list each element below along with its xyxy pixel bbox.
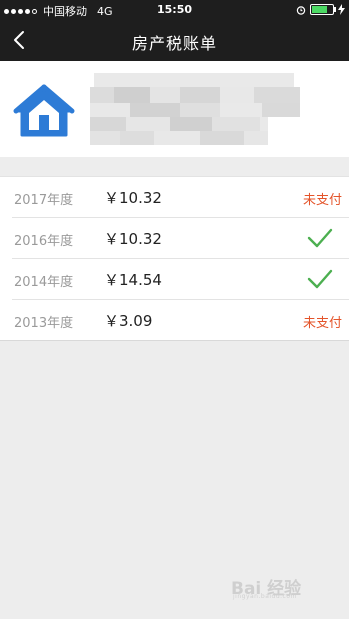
bill-row-2016[interactable]: 2016年度 ￥10.32 xyxy=(12,218,349,259)
checkmark-icon xyxy=(307,228,333,248)
status-bar-right xyxy=(296,4,345,15)
blurred-owner-info xyxy=(90,71,302,149)
bill-amount: ￥14.54 xyxy=(104,271,162,289)
battery-icon xyxy=(310,4,336,15)
app-screen: 中国移动 4G 15:50 房产税账单 2017年度 ￥10.32 未支付 20… xyxy=(0,0,349,619)
unpaid-status: 未支付 xyxy=(302,316,342,331)
bill-amount: ￥10.32 xyxy=(104,189,162,207)
page-title: 房产税账单 xyxy=(131,34,217,53)
checkmark-icon xyxy=(307,269,333,289)
baidu-jingyan-watermark: Bai 经验 jingyan.baidu.com xyxy=(231,569,323,600)
nav-bar: 房产税账单 xyxy=(0,20,349,61)
bill-row-2013[interactable]: 2013年度 ￥3.09 未支付 xyxy=(12,300,349,340)
bill-row-2014[interactable]: 2014年度 ￥14.54 xyxy=(12,259,349,300)
charging-icon xyxy=(338,4,345,15)
house-icon xyxy=(13,84,75,137)
bill-year: 2014年度 xyxy=(14,275,74,290)
property-card xyxy=(0,61,349,157)
status-bar: 中国移动 4G 15:50 xyxy=(0,0,349,20)
bill-row-2017[interactable]: 2017年度 ￥10.32 未支付 xyxy=(12,177,349,218)
unpaid-status: 未支付 xyxy=(302,193,342,208)
alarm-icon xyxy=(296,5,306,15)
bill-list: 2017年度 ￥10.32 未支付 2016年度 ￥10.32 2014年度 ￥… xyxy=(0,176,349,341)
watermark-url: jingyan.baidu.com xyxy=(233,593,297,600)
bill-year: 2017年度 xyxy=(14,193,74,208)
bill-year: 2013年度 xyxy=(14,316,74,331)
bill-amount: ￥3.09 xyxy=(104,312,153,330)
bill-year: 2016年度 xyxy=(14,234,74,249)
bill-amount: ￥10.32 xyxy=(104,230,162,248)
